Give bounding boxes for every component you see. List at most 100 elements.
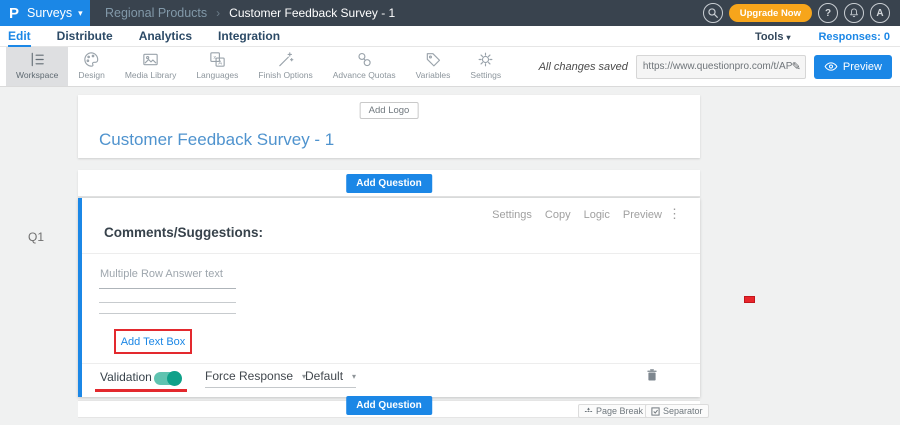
default-value: Default [305, 369, 343, 383]
separator-label: Separator [663, 406, 703, 416]
validation-toggle[interactable] [154, 372, 180, 385]
questionpro-logo: P [9, 5, 19, 22]
notifications-button[interactable] [844, 3, 864, 23]
search-button[interactable] [703, 3, 723, 23]
add-question-button-top[interactable]: Add Question [346, 174, 432, 193]
breadcrumb-current-survey: Customer Feedback Survey - 1 [229, 6, 395, 20]
main-nav: Edit Distribute Analytics Integration To… [0, 26, 900, 47]
toolbar-label: Settings [470, 70, 501, 80]
edit-toolbar: Workspace Design Media Library x [0, 47, 900, 87]
magic-wand-icon [276, 50, 295, 69]
toolbar-item-design[interactable]: Design [68, 47, 114, 86]
bell-icon [848, 7, 860, 19]
delete-question-button[interactable] [644, 366, 660, 384]
page-break-icon [584, 407, 593, 416]
toggle-knob [167, 371, 182, 386]
breadcrumb-folder[interactable]: Regional Products [105, 6, 207, 20]
toolbar-label: Finish Options [258, 70, 312, 80]
separator-button[interactable]: Separator [645, 404, 709, 418]
divider [82, 253, 700, 254]
palette-icon [82, 50, 101, 69]
question-mark-icon: ? [825, 8, 831, 19]
tools-label: Tools [755, 31, 784, 43]
add-question-strip: Add Question [78, 170, 700, 197]
force-response-value: Force Response [205, 369, 293, 383]
search-icon [707, 7, 719, 19]
add-logo-button[interactable]: Add Logo [360, 102, 419, 119]
responses-count-link[interactable]: Responses: 0 [818, 31, 890, 43]
breadcrumb: Regional Products › Customer Feedback Su… [105, 0, 395, 26]
surveys-product-menu[interactable]: P Surveys [0, 0, 90, 26]
avatar-initial: A [876, 8, 883, 19]
survey-canvas: Q1 Add Logo Customer Feedback Survey - 1… [0, 87, 900, 425]
tab-distribute[interactable]: Distribute [57, 26, 113, 47]
toolbar-item-languages[interactable]: xA Languages [186, 47, 248, 86]
answer-row-line[interactable] [99, 288, 236, 289]
workspace-icon [28, 50, 47, 69]
preview-button[interactable]: Preview [814, 55, 892, 79]
nav-tabs: Edit Distribute Analytics Integration [8, 26, 280, 47]
svg-text:A: A [218, 60, 222, 66]
chevron-down-icon [78, 8, 83, 19]
chevron-down-icon [786, 33, 790, 42]
image-icon [141, 50, 160, 69]
add-question-button-bottom[interactable]: Add Question [346, 396, 432, 415]
question-actions: Settings Copy Logic Preview [492, 209, 662, 221]
edit-url-pencil-icon[interactable] [792, 60, 801, 73]
default-select[interactable]: Default [305, 369, 356, 388]
toolbar-label: Advance Quotas [333, 70, 396, 80]
nav-right: Tools Responses: 0 [755, 26, 890, 47]
toolbar-label: Media Library [125, 70, 177, 80]
page-break-button[interactable]: Page Break [578, 404, 649, 418]
eye-icon [824, 61, 838, 72]
tab-integration[interactable]: Integration [218, 26, 280, 47]
product-name: Surveys [27, 6, 72, 20]
upgrade-now-button[interactable]: Upgrade Now [729, 4, 812, 22]
validation-label: Validation [100, 370, 152, 384]
survey-title[interactable]: Customer Feedback Survey - 1 [99, 130, 334, 150]
question-preview-link[interactable]: Preview [623, 209, 662, 221]
tag-icon [424, 50, 443, 69]
topbar: P Surveys Regional Products › Customer F… [0, 0, 900, 26]
tab-analytics[interactable]: Analytics [139, 26, 192, 47]
questionpro-survey-editor: P Surveys Regional Products › Customer F… [0, 0, 900, 425]
tools-menu[interactable]: Tools [755, 31, 791, 43]
toolbar-item-workspace[interactable]: Workspace [6, 47, 68, 86]
preview-label: Preview [843, 61, 882, 73]
toolbar-item-finish-options[interactable]: Finish Options [248, 47, 322, 86]
question-text[interactable]: Comments/Suggestions: [104, 225, 263, 240]
toolbar-item-variables[interactable]: Variables [406, 47, 461, 86]
trash-icon [644, 366, 660, 384]
survey-header-card: Add Logo Customer Feedback Survey - 1 [78, 95, 700, 158]
survey-url-input[interactable] [643, 61, 792, 72]
account-avatar[interactable]: A [870, 3, 890, 23]
answer-placeholder: Multiple Row Answer text [100, 268, 223, 280]
toolbar-label: Design [78, 70, 104, 80]
help-button[interactable]: ? [818, 3, 838, 23]
answer-row-line[interactable] [99, 302, 236, 303]
toolbar-item-settings[interactable]: Settings [460, 47, 511, 86]
chevron-down-icon [352, 372, 356, 381]
toolbar-items: Workspace Design Media Library x [6, 47, 511, 86]
breadcrumb-separator-icon: › [216, 6, 220, 20]
question-logic-link[interactable]: Logic [584, 209, 610, 221]
toolbar-item-advance-quotas[interactable]: Advance Quotas [323, 47, 406, 86]
toolbar-right: All changes saved Preview [539, 47, 892, 86]
answer-row-line[interactable] [99, 313, 236, 314]
toolbar-item-media-library[interactable]: Media Library [115, 47, 187, 86]
question-copy-link[interactable]: Copy [545, 209, 571, 221]
question-settings-link[interactable]: Settings [492, 209, 532, 221]
question-card: Settings Copy Logic Preview Comments/Sug… [78, 198, 700, 397]
kebab-menu-icon[interactable] [668, 206, 681, 222]
tab-edit[interactable]: Edit [8, 26, 31, 47]
add-text-box-annotation-box: Add Text Box [114, 329, 192, 354]
page-break-label: Page Break [596, 406, 643, 416]
red-annotation-mark [744, 296, 755, 303]
question-number: Q1 [28, 230, 44, 244]
separator-checkbox-icon [651, 407, 660, 416]
toolbar-label: Variables [416, 70, 451, 80]
add-text-box-link[interactable]: Add Text Box [121, 336, 186, 348]
force-response-select[interactable]: Force Response [205, 369, 306, 388]
divider [82, 363, 700, 364]
toolbar-label: Workspace [16, 70, 58, 80]
